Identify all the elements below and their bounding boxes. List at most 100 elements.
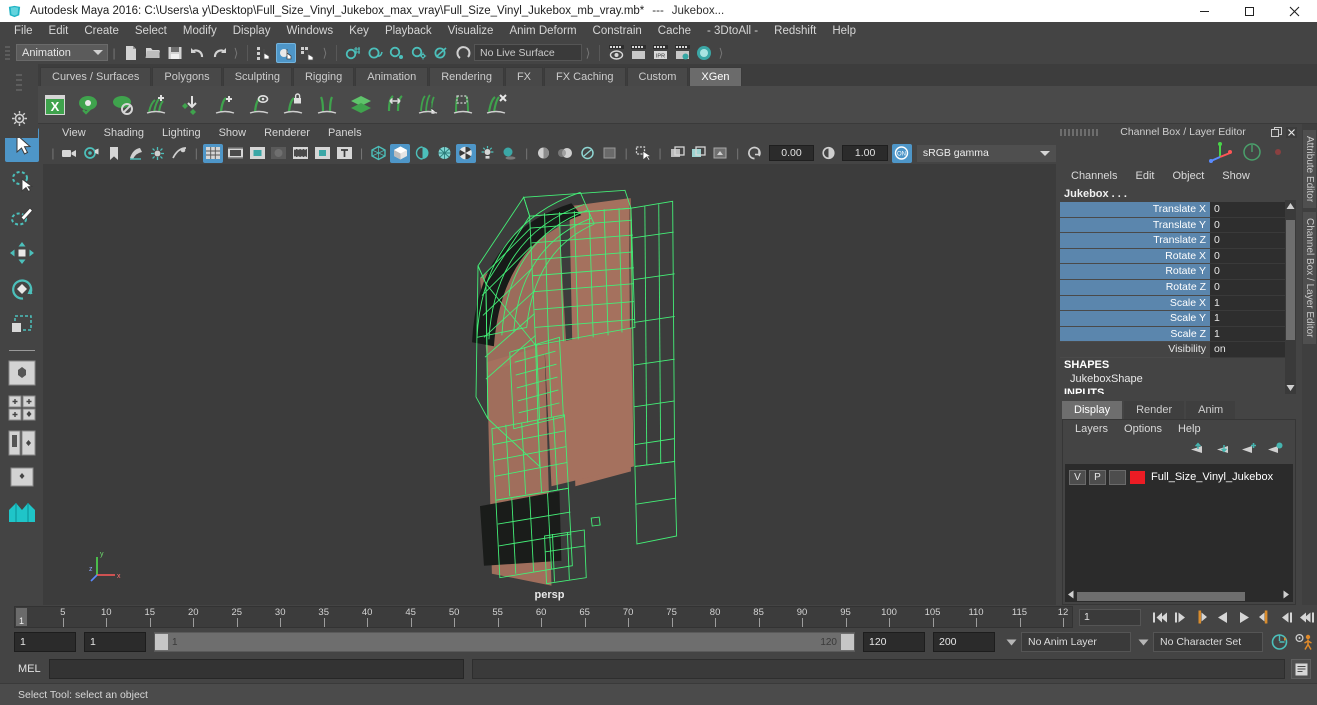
close-button[interactable] — [1272, 0, 1317, 22]
rotate-tool-button[interactable] — [5, 272, 39, 306]
shelf-tab-rendering[interactable]: Rendering — [429, 67, 504, 86]
xgen-place-icon[interactable] — [176, 90, 206, 120]
shelf-tab-xgen[interactable]: XGen — [689, 67, 742, 86]
perspective-viewport[interactable]: y x z persp — [43, 164, 1056, 605]
tab-display[interactable]: Display — [1062, 401, 1123, 419]
select-by-component-icon[interactable] — [298, 43, 318, 63]
gamma-field[interactable]: 1.00 — [842, 145, 888, 161]
multisample-aa-icon[interactable] — [577, 144, 597, 163]
render-sequence-icon[interactable] — [628, 43, 648, 63]
menu-item-select[interactable]: Select — [127, 22, 175, 41]
channel-value[interactable]: 0 — [1210, 279, 1296, 296]
hypershade-icon[interactable] — [694, 43, 714, 63]
color-management-selector[interactable]: sRGB gamma — [916, 144, 1057, 162]
snap-to-point-icon[interactable] — [387, 43, 407, 63]
shadow-pass-icon[interactable] — [169, 144, 189, 163]
script-editor-icon[interactable] — [1291, 659, 1311, 679]
animation-preferences-icon[interactable] — [1291, 633, 1317, 652]
scroll-up-icon[interactable] — [1285, 200, 1296, 212]
xgen-hide-icon[interactable] — [108, 90, 138, 120]
tab-anim[interactable]: Anim — [1186, 401, 1236, 419]
menu-item-windows[interactable]: Windows — [278, 22, 341, 41]
persp-outliner-layout-button[interactable] — [5, 427, 39, 459]
channel-value[interactable]: 0 — [1210, 264, 1296, 280]
smooth-shade-selected-icon[interactable] — [412, 144, 432, 163]
four-view-layout-button[interactable] — [5, 392, 39, 424]
exposure-reset-icon[interactable] — [745, 144, 765, 163]
shelf-tab-sculpting[interactable]: Sculpting — [222, 67, 292, 86]
xgen-lock-guide-icon[interactable] — [278, 90, 308, 120]
shelf-tab-custom[interactable]: Custom — [626, 67, 689, 86]
range-right-handle[interactable] — [841, 634, 854, 650]
gate-mask-icon[interactable] — [269, 144, 289, 163]
xgen-add-density-icon[interactable] — [142, 90, 172, 120]
channel-value[interactable]: 0 — [1210, 233, 1296, 249]
open-scene-icon[interactable] — [143, 43, 163, 63]
undo-icon[interactable] — [187, 43, 207, 63]
menu-item-redshift[interactable]: Redshift — [766, 22, 824, 41]
bookmark-icon[interactable] — [104, 144, 124, 163]
xgen-clump-icon[interactable] — [448, 90, 478, 120]
snap-to-curve-icon[interactable] — [365, 43, 385, 63]
viewport-menu-panels[interactable]: Panels — [319, 124, 371, 142]
color-management-toggle-icon[interactable]: ON — [892, 143, 912, 163]
scrollbar-thumb[interactable] — [1286, 220, 1295, 340]
layer-display-type-toggle[interactable] — [1109, 469, 1126, 485]
motion-blur-icon[interactable] — [556, 144, 576, 163]
texture-display-icon[interactable] — [456, 143, 476, 163]
menu-item-help[interactable]: Help — [824, 22, 864, 41]
minimize-button[interactable] — [1182, 0, 1227, 22]
gamma-reset-icon[interactable] — [818, 144, 838, 163]
command-output-field[interactable] — [471, 659, 1285, 679]
safe-title-icon[interactable] — [313, 144, 333, 163]
menu-item-anim-deform[interactable]: Anim Deform — [501, 22, 584, 41]
anim-layer-chevron-down-icon[interactable] — [1003, 632, 1019, 652]
screen-space-ao-icon[interactable] — [534, 144, 554, 163]
layer-color-swatch[interactable] — [1129, 469, 1146, 485]
viewport-menu-renderer[interactable]: Renderer — [255, 124, 319, 142]
viewport-menu-show[interactable]: Show — [210, 124, 256, 142]
channel-row-rotate-z[interactable]: Rotate Z 0 — [1060, 279, 1296, 296]
step-back-frame-icon[interactable] — [1192, 608, 1211, 626]
scroll-down-icon[interactable] — [1285, 382, 1296, 394]
menu-item-create[interactable]: Create — [76, 22, 127, 41]
command-language-label[interactable]: MEL — [18, 663, 41, 675]
live-surface-field[interactable]: No Live Surface — [474, 44, 582, 61]
new-layer-icon[interactable] — [1240, 442, 1257, 459]
new-scene-icon[interactable] — [121, 43, 141, 63]
use-all-lights-icon[interactable] — [478, 144, 498, 163]
xgen-layers-icon[interactable] — [346, 90, 376, 120]
scroll-right-icon[interactable] — [1282, 590, 1290, 602]
paint-select-tool-button[interactable] — [5, 200, 39, 234]
snap-to-projected-center-icon[interactable] — [409, 43, 429, 63]
step-forward-frame-icon[interactable] — [1255, 608, 1274, 626]
channel-row-translate-y[interactable]: Translate Y 0 — [1060, 217, 1296, 234]
channel-value[interactable]: 0 — [1210, 202, 1296, 218]
wireframe-on-shaded-icon[interactable] — [434, 144, 454, 163]
shapes-item[interactable]: JukeboxShape — [1060, 371, 1296, 386]
camera-attributes-icon[interactable] — [82, 144, 102, 163]
film-gate-icon[interactable] — [225, 144, 245, 163]
channel-row-scale-y[interactable]: Scale Y 1 — [1060, 311, 1296, 327]
snap-to-view-plane-icon[interactable] — [431, 43, 451, 63]
layer-horizontal-scrollbar[interactable] — [1065, 590, 1293, 602]
shelf-tab-grip[interactable] — [14, 70, 24, 100]
xray-display-icon[interactable] — [667, 144, 687, 163]
single-perspective-layout-button[interactable] — [5, 357, 39, 389]
snap-to-grid-icon[interactable] — [343, 43, 363, 63]
current-frame-indicator[interactable]: 1 — [16, 608, 27, 626]
new-layer-from-selected-icon[interactable] — [1266, 442, 1283, 459]
shelf-tab-polygons[interactable]: Polygons — [152, 67, 222, 86]
text-overlay-icon[interactable] — [335, 144, 355, 163]
render-current-frame-icon[interactable] — [606, 43, 626, 63]
lasso-select-tool-button[interactable] — [5, 164, 39, 198]
xgen-select-guide-icon[interactable] — [414, 90, 444, 120]
xray-active-components-icon[interactable] — [711, 144, 731, 163]
select-by-hierarchy-icon[interactable] — [254, 43, 274, 63]
shelf-options-gear-icon[interactable] — [7, 106, 31, 130]
shelf-tab-fx-caching[interactable]: FX Caching — [544, 67, 626, 86]
menu-item-playback[interactable]: Playback — [377, 22, 440, 41]
channel-value[interactable]: 1 — [1210, 311, 1296, 327]
range-bar[interactable]: 1 120 — [154, 632, 855, 652]
scroll-left-icon[interactable] — [1067, 590, 1075, 602]
